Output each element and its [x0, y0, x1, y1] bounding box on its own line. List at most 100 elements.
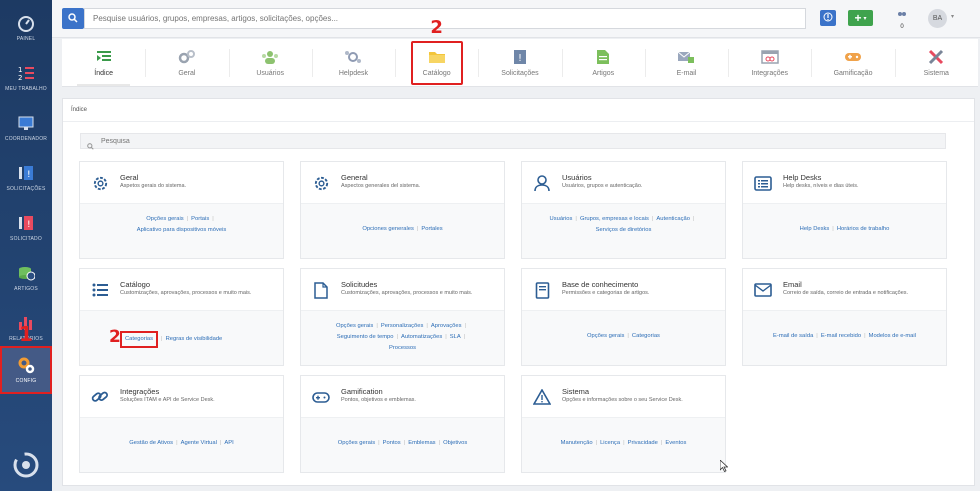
requested-icon: ! — [17, 214, 35, 232]
card-gamification: Gamification Pontos, objetivos e emblema… — [300, 375, 505, 473]
tab-helpdesk[interactable]: Helpdesk — [311, 39, 395, 86]
link-servicos-diretorios[interactable]: Serviços de diretórios — [596, 227, 652, 233]
plus-icon: + — [854, 11, 862, 25]
sidebar-item-label: CONFIG — [15, 378, 37, 384]
tab-gamificacao[interactable]: Gamificação — [811, 39, 894, 86]
card-links: Opções gerais | Pontos | Emblemas | Objetivos — [337, 440, 468, 446]
link-aplicativo-moveis[interactable]: Aplicativo para dispositivos móveis — [137, 227, 227, 233]
tab-usuarios[interactable]: Usuários — [228, 39, 312, 86]
link-portales[interactable]: Portales — [421, 226, 442, 232]
categorias-highlight: Categorias — [120, 331, 159, 348]
link-automatizacoes[interactable]: Automatizações — [401, 334, 442, 340]
sidebar-item-artigos[interactable]: ARTIGOS — [0, 254, 52, 302]
tab-catalogo[interactable]: 2 Catálogo — [395, 17, 478, 86]
link-gestao-ativos[interactable]: Gestão de Ativos — [129, 440, 173, 446]
card-header: General Aspectos generales del sistema. — [301, 162, 504, 204]
book-icon — [533, 281, 551, 299]
link-portais[interactable]: Portais — [191, 216, 209, 222]
link-opcoes-gerais[interactable]: Opções gerais — [587, 333, 624, 339]
breadcrumb: Índice — [71, 107, 88, 113]
link-personalizacoes[interactable]: Personalizações — [381, 323, 424, 329]
link-help-desks[interactable]: Help Desks — [800, 226, 830, 232]
link-processos[interactable]: Processos — [389, 345, 416, 351]
search-button[interactable] — [62, 8, 84, 29]
chevron-down-icon[interactable]: ▾ — [951, 13, 954, 20]
link-sla[interactable]: SLA — [450, 334, 461, 340]
link-licenca[interactable]: Licença — [600, 440, 620, 446]
link-email-saida[interactable]: E-mail de saída — [773, 333, 813, 339]
sidebar-item-coordenador[interactable]: COORDENADOR — [0, 104, 52, 152]
sidebar: PAINEL 12 MEU TRABALHO COORDENADOR ! SOL… — [0, 0, 52, 491]
card-title: Email — [783, 280, 802, 289]
link-opcoes-gerais[interactable]: Opções gerais — [338, 440, 375, 446]
link-autenticacao[interactable]: Autenticação — [656, 216, 690, 222]
info-button[interactable] — [820, 10, 836, 26]
card-usuarios: Usuários Usuários, grupos e autenticação… — [521, 161, 726, 259]
link-agente-virtual[interactable]: Agente Virtual — [181, 440, 217, 446]
config-tabs: Índice Geral Usuários Helpdesk 2 Catálog… — [62, 17, 978, 87]
link-opcoes-gerais[interactable]: Opções gerais — [336, 323, 373, 329]
link-categorias[interactable]: Categorias — [125, 336, 153, 342]
link-objetivos[interactable]: Objetivos — [443, 440, 467, 446]
panel-search-input[interactable] — [80, 133, 946, 149]
link-manutencao[interactable]: Manutenção — [561, 440, 593, 446]
link-usuarios[interactable]: Usuários — [550, 216, 573, 222]
tab-integracoes[interactable]: Integrações — [728, 39, 811, 86]
gears-icon — [178, 49, 196, 65]
tab-label: Gamificação — [833, 69, 873, 77]
link-categorias[interactable]: Categorias — [632, 333, 660, 339]
card-header: Geral Aspetos gerais do sistema. — [80, 162, 283, 204]
tab-label: E-mail — [676, 69, 697, 77]
link-aprovacoes[interactable]: Aprovações — [431, 323, 462, 329]
card-title: Base de conhecimento — [562, 280, 639, 289]
link-grupos-empresas-locais[interactable]: Grupos, empresas e locais — [580, 216, 649, 222]
folder-icon — [428, 49, 446, 65]
link-pontos[interactable]: Pontos — [383, 440, 401, 446]
card-links: Opções gerais | Portais | Aplicativo para d… — [136, 216, 227, 233]
card-general: General Aspectos generales del sistema. … — [300, 161, 505, 259]
link-regras-visibilidade[interactable]: Regras de visibilidade — [166, 336, 223, 342]
avatar[interactable]: BA — [928, 9, 947, 28]
tab-artigos[interactable]: Artigos — [561, 39, 645, 86]
card-header: Integrações Soluções ITAM e API de Servi… — [80, 376, 283, 418]
card-description: Customizações, aprovações, processos e m… — [341, 290, 473, 296]
card-solicitudes: Solicitudes Customizações, aprovações, p… — [300, 268, 505, 366]
card-links: Opções gerais | Personalizações | Aprovações… — [335, 323, 467, 351]
tab-geral[interactable]: Geral — [145, 39, 228, 86]
card-title: Help Desks — [783, 173, 822, 182]
link-eventos[interactable]: Eventos — [665, 440, 686, 446]
tab-email[interactable]: E-mail — [644, 39, 728, 86]
card-links: Categorias | Regras de visibilidade — [120, 331, 277, 348]
notifications-button[interactable]: 0 — [894, 10, 910, 30]
card-title: Geral — [120, 173, 139, 182]
global-search-input[interactable] — [84, 8, 806, 29]
svg-text:!: ! — [518, 53, 522, 64]
card-title: Gamification — [341, 387, 383, 396]
link-privacidade[interactable]: Privacidade — [628, 440, 658, 446]
tab-label: Catálogo — [422, 69, 451, 77]
sidebar-item-solicitacoes[interactable]: ! SOLICITAÇÕES — [0, 154, 52, 202]
chevron-down-icon: ▾ — [863, 15, 867, 22]
link-api[interactable]: API — [224, 440, 233, 446]
link-opcoes-gerais[interactable]: Opções gerais — [146, 216, 183, 222]
sidebar-item-label: ARTIGOS — [14, 286, 38, 292]
link-modelos-email[interactable]: Modelos de e-mail — [869, 333, 916, 339]
link-opciones-generales[interactable]: Opciones generales — [362, 226, 414, 232]
card-links: Gestão de Ativos | Agente Virtual | API — [129, 440, 234, 446]
mouse-cursor-icon — [719, 459, 729, 477]
link-seguimento-tempo[interactable]: Seguimento de tempo — [337, 334, 394, 340]
link-email-recebido[interactable]: E-mail recebido — [821, 333, 861, 339]
card-header: Solicitudes Customizações, aprovações, p… — [301, 269, 504, 311]
tab-sistema[interactable]: Sistema — [894, 39, 978, 86]
add-button[interactable]: + ▾ — [848, 10, 873, 26]
link-horarios-trabalho[interactable]: Horários de trabalho — [837, 226, 890, 232]
helpdesk-icon — [344, 49, 362, 65]
link-emblemas[interactable]: Emblemas — [408, 440, 435, 446]
sidebar-item-painel[interactable]: PAINEL — [0, 4, 52, 52]
sidebar-item-solicitado[interactable]: ! SOLICITADO — [0, 204, 52, 252]
list-icon — [91, 281, 109, 299]
tab-indice[interactable]: Índice — [62, 39, 145, 86]
tab-solicitacoes[interactable]: ! Solicitações — [478, 39, 561, 86]
sidebar-item-config[interactable]: CONFIG — [0, 346, 52, 394]
sidebar-item-meu-trabalho[interactable]: 12 MEU TRABALHO — [0, 54, 52, 102]
